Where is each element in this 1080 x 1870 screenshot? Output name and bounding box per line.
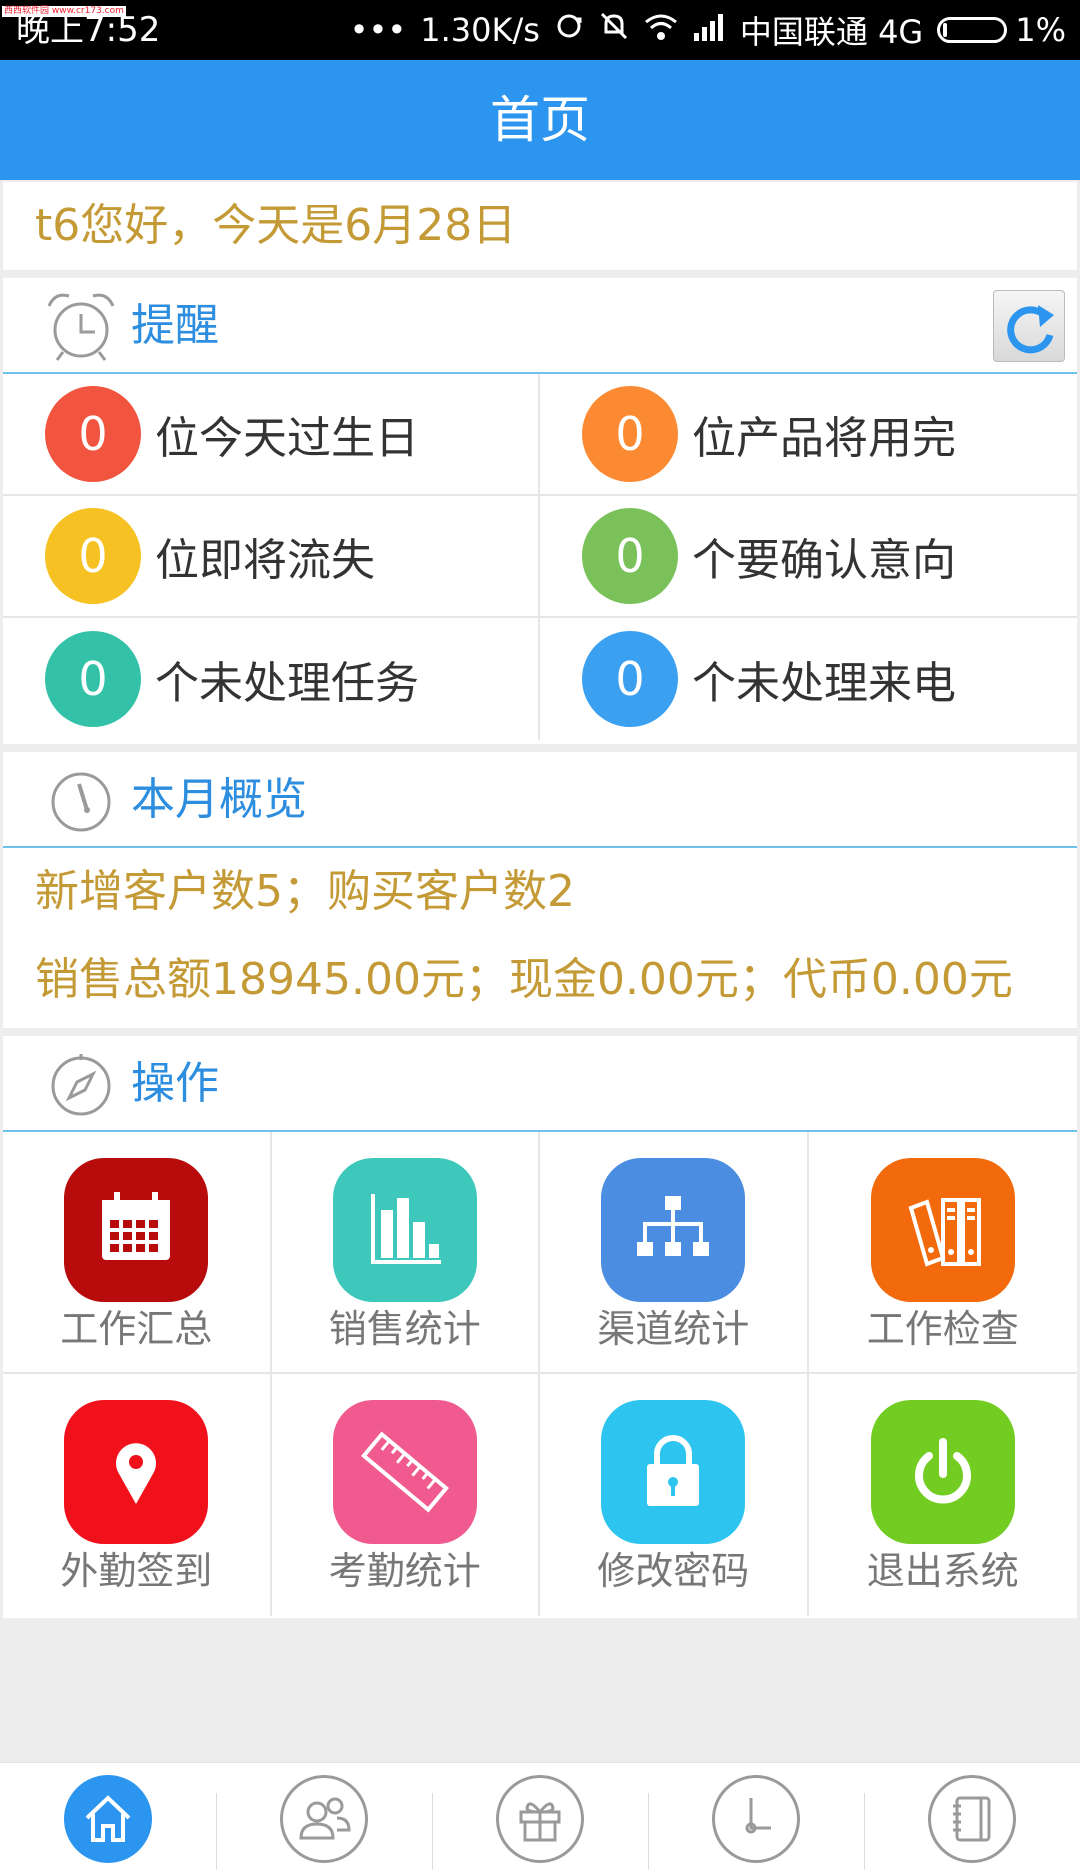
reminder-header: 提醒 (3, 278, 1077, 374)
op-label: 销售统计 (328, 1307, 481, 1351)
stopwatch-icon (43, 762, 119, 838)
op-label: 修改密码 (597, 1549, 750, 1593)
reminder-count-badge: 0 (582, 631, 678, 727)
reminder-label: 位即将流失 (155, 535, 375, 586)
nav-schedule[interactable] (648, 1763, 864, 1870)
op-label: 退出系统 (866, 1549, 1019, 1593)
gift-icon (496, 1775, 584, 1863)
mute-icon (598, 10, 630, 50)
op-channel-stats[interactable]: 渠道统计 (540, 1132, 809, 1374)
reminder-count-badge: 0 (582, 386, 678, 482)
status-time: 晚上7:52 (16, 10, 161, 50)
reminder-count-badge: 0 (45, 508, 141, 604)
overview-header: 本月概览 (3, 752, 1077, 848)
op-field-checkin[interactable]: 外勤签到 (3, 1374, 272, 1616)
overview-title: 本月概览 (131, 774, 307, 825)
operations-header: 操作 (3, 1036, 1077, 1132)
overview-sales-line: 销售总额18945.00元；现金0.00元；代币0.00元 (35, 954, 1013, 1005)
notebook-icon (928, 1775, 1016, 1863)
nav-contacts[interactable] (216, 1763, 432, 1870)
wifi-icon (644, 11, 678, 49)
overview-customers-line: 新增客户数5；购买客户数2 (35, 866, 575, 917)
home-icon (64, 1775, 152, 1863)
lock-icon (601, 1400, 746, 1544)
battery-icon (937, 17, 1008, 43)
operations-grid: 工作汇总 销售统计 渠道统计 工作检查 外勤签到 考勤统计 修改密码 退出系统 (3, 1132, 1077, 1616)
nav-home[interactable] (0, 1763, 216, 1870)
reminder-title: 提醒 (131, 300, 219, 351)
power-icon (870, 1400, 1015, 1544)
op-label: 工作汇总 (60, 1307, 213, 1351)
page-title: 首页 (0, 60, 1080, 180)
reminder-count-badge: 0 (45, 386, 141, 482)
op-label: 外勤签到 (60, 1549, 213, 1593)
op-label: 考勤统计 (328, 1549, 481, 1593)
calendar-icon (64, 1158, 209, 1302)
location-pin-icon (64, 1400, 209, 1544)
bottom-nav (0, 1762, 1080, 1870)
bar-chart-icon (332, 1158, 477, 1302)
reminder-pending-calls[interactable]: 0 个未处理来电 (540, 618, 1077, 740)
reminder-label: 个未处理任务 (155, 658, 419, 709)
reminder-confirm-intent[interactable]: 0 个要确认意向 (540, 496, 1077, 618)
overview-panel: 本月概览 新增客户数5；购买客户数2 销售总额18945.00元；现金0.00元… (3, 752, 1077, 1028)
greeting-text: t6您好，今天是6月28日 (3, 182, 1077, 270)
nav-gift[interactable] (432, 1763, 648, 1870)
carrier-label: 中国联通 4G (739, 13, 924, 51)
operations-title: 操作 (131, 1058, 219, 1109)
op-logout[interactable]: 退出系统 (809, 1374, 1078, 1616)
reminder-grid: 0 位今天过生日 0 位产品将用完 0 位即将流失 0 个要确认意向 0 个未处… (3, 374, 1077, 740)
refresh-button[interactable] (993, 290, 1065, 362)
reminder-label: 个未处理来电 (692, 658, 956, 709)
network-speed: 1.30K/s (420, 11, 540, 49)
reminder-churn-risk[interactable]: 0 位即将流失 (3, 496, 540, 618)
op-sales-stats[interactable]: 销售统计 (271, 1132, 540, 1374)
nav-notebook[interactable] (864, 1763, 1080, 1870)
reminder-count-badge: 0 (45, 631, 141, 727)
op-change-password[interactable]: 修改密码 (540, 1374, 809, 1616)
more-dots-icon: ••• (349, 11, 407, 49)
op-attendance-stats[interactable]: 考勤统计 (272, 1374, 540, 1616)
status-bar: 西西软件园 www.cr173.com 晚上7:52 ••• 1.30K/s 中… (0, 0, 1080, 60)
reminder-label: 位产品将用完 (692, 413, 956, 464)
op-work-check[interactable]: 工作检查 (808, 1132, 1077, 1374)
op-work-summary[interactable]: 工作汇总 (3, 1132, 272, 1374)
reminder-panel: 提醒 0 位今天过生日 0 位产品将用完 0 位即将流失 0 个要确认意向 0 … (3, 278, 1077, 744)
battery-level: 1% (1015, 11, 1066, 49)
op-label: 工作检查 (866, 1307, 1019, 1351)
app-screen: 西西软件园 www.cr173.com 晚上7:52 ••• 1.30K/s 中… (0, 0, 1080, 1870)
ruler-icon (332, 1400, 477, 1544)
sync-icon (554, 11, 584, 49)
contacts-icon (280, 1775, 368, 1863)
refresh-icon (1007, 305, 1054, 354)
hierarchy-icon (601, 1158, 746, 1302)
compass-icon (43, 1046, 119, 1122)
binders-icon (870, 1158, 1015, 1302)
reminder-product-running-out[interactable]: 0 位产品将用完 (540, 374, 1077, 496)
reminder-birthday[interactable]: 0 位今天过生日 (3, 374, 540, 496)
status-right: ••• 1.30K/s 中国联通 4G 1% (336, 6, 1066, 54)
signal-icon (692, 11, 726, 49)
reminder-label: 个要确认意向 (692, 535, 956, 586)
reminder-count-badge: 0 (582, 508, 678, 604)
reminder-label: 位今天过生日 (155, 413, 419, 464)
reminder-pending-tasks[interactable]: 0 个未处理任务 (3, 618, 540, 740)
op-label: 渠道统计 (597, 1307, 750, 1351)
alarm-clock-icon (43, 288, 119, 364)
clock-icon (712, 1775, 800, 1863)
operations-panel: 操作 工作汇总 销售统计 渠道统计 工作检查 外勤签到 考勤统计 修改密码 退出… (3, 1036, 1077, 1618)
